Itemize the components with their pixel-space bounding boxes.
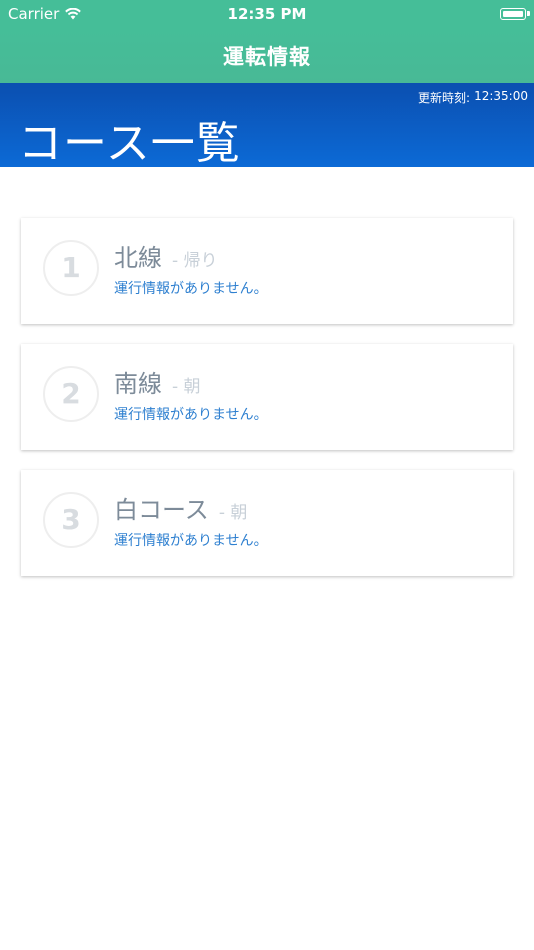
course-card[interactable]: 1 北線 - 帰り 運行情報がありません。	[21, 218, 513, 324]
clock: 12:35 PM	[227, 5, 307, 23]
page-header: 更新時刻: 12:35:00 コース一覧	[0, 83, 534, 169]
course-number-badge: 3	[43, 492, 99, 548]
status-bar: Carrier 12:35 PM	[0, 0, 534, 28]
course-name-row: 白コース - 朝	[114, 490, 247, 525]
course-number-badge: 1	[43, 240, 99, 296]
course-direction: - 帰り	[172, 251, 218, 271]
course-name-row: 北線 - 帰り	[114, 238, 218, 273]
course-name: 白コース	[114, 496, 209, 524]
course-name: 南線	[114, 370, 162, 398]
course-status: 運行情報がありません。	[114, 407, 268, 423]
update-time-value: 12:35:00	[474, 89, 528, 103]
course-name: 北線	[114, 244, 162, 272]
course-direction: - 朝	[172, 377, 201, 397]
course-card[interactable]: 3 白コース - 朝 運行情報がありません。	[21, 470, 513, 576]
course-direction: - 朝	[218, 503, 248, 523]
navigation-bar: 運転情報	[0, 28, 534, 83]
course-status: 運行情報がありません。	[114, 533, 268, 549]
update-time: 更新時刻: 12:35:00	[418, 89, 528, 106]
page-title: コース一覧	[18, 118, 241, 169]
course-status: 運行情報がありません。	[114, 281, 268, 297]
battery-icon	[500, 8, 530, 20]
course-number-badge: 2	[43, 366, 99, 422]
nav-title: 運転情報	[223, 45, 311, 69]
course-list: 1 北線 - 帰り 運行情報がありません。 2 南線 - 朝 運行情報がありません。…	[21, 218, 513, 596]
update-time-label: 更新時刻:	[418, 91, 471, 105]
course-card[interactable]: 2 南線 - 朝 運行情報がありません。	[21, 344, 513, 450]
course-name-row: 南線 - 朝	[114, 364, 201, 399]
